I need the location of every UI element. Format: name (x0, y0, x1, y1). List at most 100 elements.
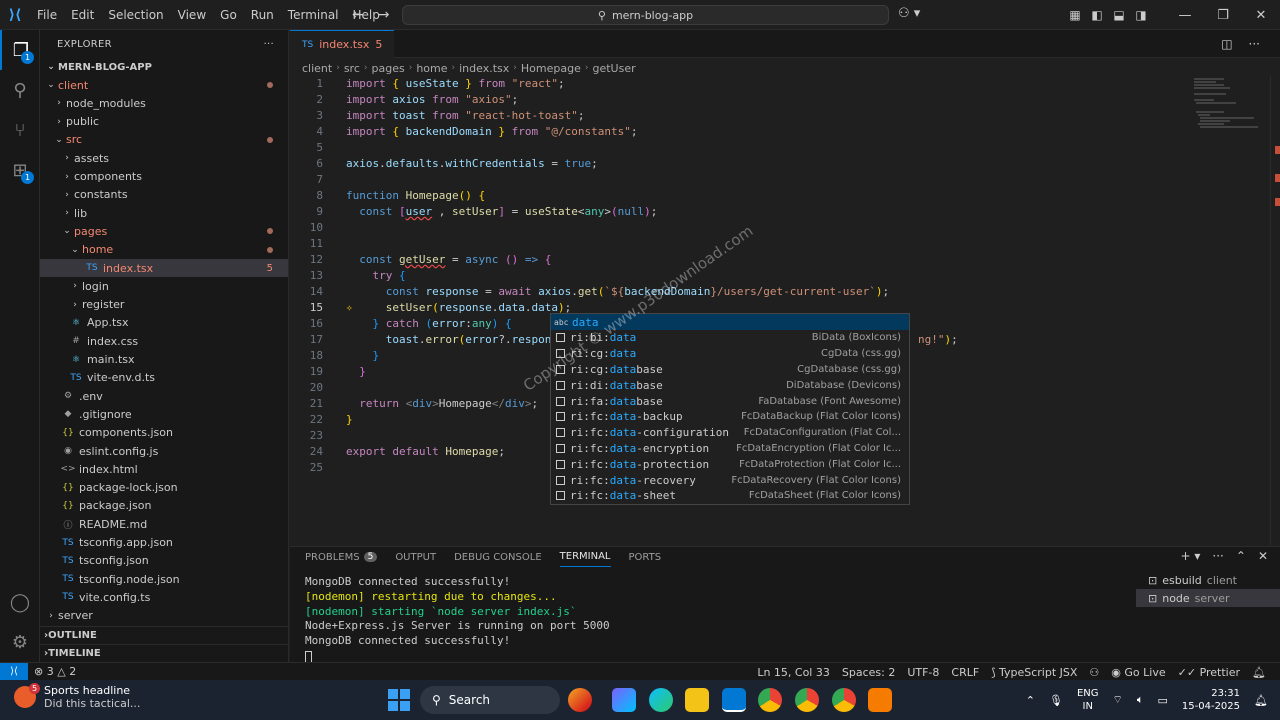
cursor-position[interactable]: Ln 15, Col 33 (751, 666, 836, 679)
tab-output[interactable]: OUTPUT (395, 547, 436, 567)
tree-item[interactable]: ⚙ .env (40, 387, 288, 405)
battery-icon[interactable]: ▭ (1158, 694, 1168, 707)
more-actions-icon[interactable]: ··· (264, 39, 274, 50)
go-live[interactable]: ◉ Go Live (1105, 666, 1171, 679)
tree-item[interactable]: {} package-lock.json (40, 479, 288, 497)
tree-item[interactable]: ⌄ src (40, 131, 288, 149)
forward-arrow-icon[interactable]: → (378, 7, 390, 23)
copilot-status-icon[interactable]: ⚇ (1083, 666, 1105, 679)
customize-layout-icon[interactable]: ▦ (1064, 0, 1086, 30)
tree-item[interactable]: TS tsconfig.node.json (40, 570, 288, 588)
chrome-profile-2-icon[interactable] (832, 688, 856, 712)
suggest-item[interactable]: ri:bi: data BiData (BoxIcons) (551, 330, 909, 346)
more-actions-icon[interactable]: ··· (1212, 549, 1223, 563)
maximize-panel-icon[interactable]: ⌃ (1236, 549, 1246, 563)
source-control-icon[interactable]: ⑂ (0, 110, 40, 150)
tree-item[interactable]: # index.css (40, 332, 288, 350)
timeline-section[interactable]: › TIMELINE (40, 644, 288, 662)
line-ending[interactable]: CRLF (945, 666, 985, 679)
language-mode[interactable]: ⟆ TypeScript JSX (985, 666, 1083, 679)
tree-item[interactable]: ⚛ main.tsx (40, 351, 288, 369)
remote-icon[interactable]: ⟩⟨ (0, 662, 28, 681)
tree-item[interactable]: › constants (40, 186, 288, 204)
breadcrumb-item[interactable]: src (344, 62, 360, 75)
close-window-button[interactable]: ✕ (1242, 0, 1280, 30)
settings-gear-icon[interactable]: ⚙ (0, 622, 40, 662)
menu-view[interactable]: View (171, 0, 213, 30)
copilot-app-icon[interactable] (612, 688, 636, 712)
volume-icon[interactable]: 🔈︎ (1137, 693, 1144, 707)
language-indicator[interactable]: ENG IN (1077, 687, 1099, 713)
toggle-panel-icon[interactable]: ⬓ (1108, 0, 1130, 30)
tree-item[interactable]: ◆ .gitignore (40, 405, 288, 423)
suggest-item[interactable]: ri:fc: data -backup FcDataBackup (Flat Colo… (551, 409, 909, 425)
new-terminal-icon[interactable]: + ▾ (1181, 549, 1201, 563)
outline-section[interactable]: › OUTLINE (40, 626, 288, 644)
app-icon[interactable] (868, 688, 892, 712)
terminal-instance[interactable]: ⊡ node server (1136, 589, 1280, 607)
tree-item[interactable]: TS tsconfig.app.json (40, 534, 288, 552)
indentation[interactable]: Spaces: 2 (836, 666, 901, 679)
restore-button[interactable]: ❐ (1204, 0, 1242, 30)
menu-run[interactable]: Run (244, 0, 281, 30)
tree-item[interactable]: TS index.tsx 5 (40, 259, 288, 277)
suggest-item[interactable]: ri:cg: data base CgDatabase (css.gg) (551, 361, 909, 377)
tree-item[interactable]: TS vite.config.ts (40, 588, 288, 606)
clock[interactable]: 23:31 15-04-2025 (1182, 687, 1240, 713)
news-widget[interactable]: 5 Sports headline Did this tactical... (14, 683, 140, 710)
microphone-icon[interactable]: 🎙︎ (1049, 694, 1063, 707)
problems-status[interactable]: ⊗ 3 △ 2 (28, 665, 82, 678)
tree-item[interactable]: ⓘ README.md (40, 515, 288, 533)
tree-item[interactable]: › public (40, 113, 288, 131)
suggest-item[interactable]: ri:fc: data -recovery FcDataRecovery (Flat … (551, 472, 909, 488)
editor-scrollbar[interactable] (1270, 76, 1280, 546)
breadcrumb-item[interactable]: client (302, 62, 332, 75)
wifi-icon[interactable]: ⌔ (1113, 693, 1123, 707)
toggle-secondary-sidebar-icon[interactable]: ◨ (1130, 0, 1152, 30)
tree-item[interactable]: › server (40, 607, 288, 625)
tree-item[interactable]: ⌄ client (40, 76, 288, 94)
suggest-item[interactable]: ri:fc: data -protection FcDataProtection (F… (551, 456, 909, 472)
suggest-item[interactable]: ri:fc: data -encryption FcDataEncryption (F… (551, 440, 909, 456)
tab-ports[interactable]: PORTS (629, 547, 662, 567)
breadcrumb-item[interactable]: index.tsx (459, 62, 509, 75)
minimize-button[interactable]: — (1166, 0, 1204, 30)
tree-item[interactable]: ⌄ home (40, 241, 288, 259)
more-actions-icon[interactable]: ··· (1249, 37, 1260, 51)
suggest-item[interactable]: ri:fc: data -configuration FcDataConfigurat… (551, 425, 909, 441)
breadcrumb-item[interactable]: home (416, 62, 447, 75)
encoding[interactable]: UTF-8 (901, 666, 945, 679)
tree-item[interactable]: TS tsconfig.json (40, 552, 288, 570)
project-root[interactable]: ⌄ MERN-BLOG-APP (40, 58, 288, 76)
tree-item[interactable]: TS vite-env.d.ts (40, 369, 288, 387)
vscode-taskbar-icon[interactable] (722, 688, 746, 712)
suggest-item[interactable]: ri:fa: data base FaDatabase (Font Awesome) (551, 393, 909, 409)
menu-file[interactable]: File (30, 0, 64, 30)
tree-item[interactable]: ⌄ pages (40, 222, 288, 240)
toggle-sidebar-icon[interactable]: ◧ (1086, 0, 1108, 30)
edge-icon[interactable] (649, 688, 673, 712)
menu-edit[interactable]: Edit (64, 0, 101, 30)
tab-debug-console[interactable]: DEBUG CONSOLE (454, 547, 542, 567)
menu-go[interactable]: Go (213, 0, 244, 30)
search-view-icon[interactable]: ⚲ (0, 70, 40, 110)
tree-item[interactable]: <> index.html (40, 460, 288, 478)
tab-index-tsx[interactable]: TS index.tsx 5 (290, 30, 394, 58)
terminal-output[interactable]: MongoDB connected successfully! [nodemon]… (305, 575, 610, 663)
tree-item[interactable]: › node_modules (40, 94, 288, 112)
minimap[interactable] (1190, 76, 1270, 546)
terminal-instance[interactable]: ⊡ esbuild client (1136, 571, 1280, 589)
suggest-item[interactable]: ri:di: data base DiDatabase (Devicons) (551, 377, 909, 393)
extensions-icon[interactable]: ⊞ 1 (0, 150, 40, 190)
tab-terminal[interactable]: TERMINAL (559, 547, 611, 567)
windows-start-icon[interactable] (388, 689, 410, 711)
breadcrumb-item[interactable]: pages (372, 62, 405, 75)
explorer-icon[interactable]: ❐ 1 (0, 30, 40, 70)
suggest-item[interactable]: ri:fc: data -sheet FcDataSheet (Flat Color … (551, 488, 909, 504)
tree-item[interactable]: › lib (40, 204, 288, 222)
suggest-item[interactable]: ri:cg: data CgData (css.gg) (551, 346, 909, 362)
bell-icon[interactable]: 🔔︎ (1246, 666, 1272, 679)
tray-chevron-icon[interactable]: ⌃ (1026, 694, 1035, 707)
close-panel-icon[interactable]: ✕ (1258, 549, 1268, 563)
tree-item[interactable]: ◉ eslint.config.js (40, 442, 288, 460)
